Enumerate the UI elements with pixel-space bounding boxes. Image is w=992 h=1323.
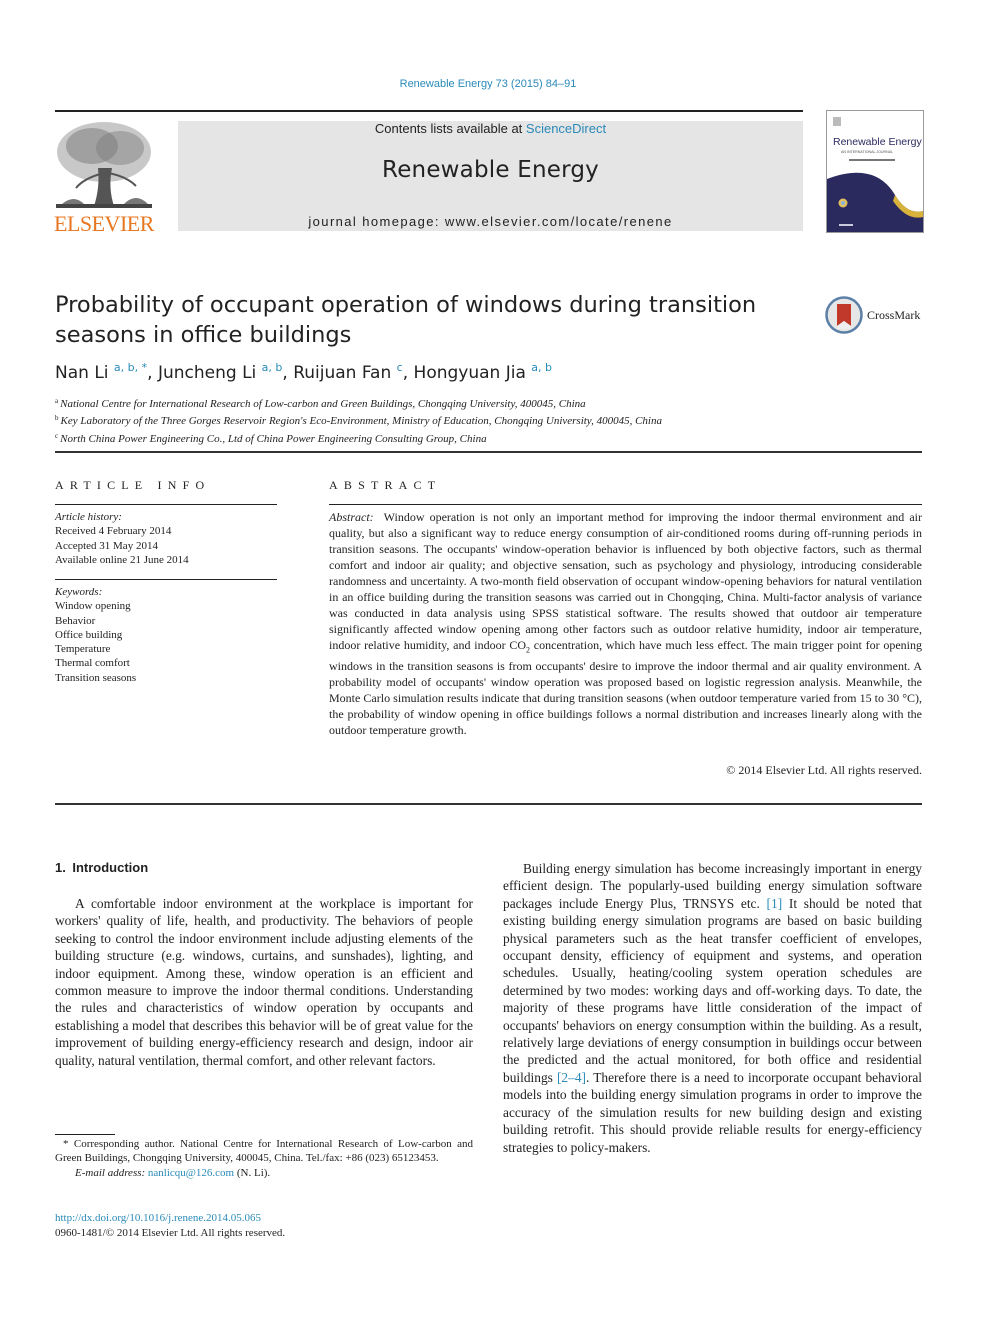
keyword-item: Transition seasons: [55, 671, 137, 684]
author-list: Nan Li a, b, *, Juncheng Li a, b, Ruijua…: [55, 361, 553, 383]
svg-text:Renewable Energy: Renewable Energy: [833, 136, 922, 148]
abstract-rule: [329, 504, 922, 505]
affiliation-key: a: [55, 397, 59, 405]
history-label: Article history:: [55, 511, 122, 523]
article-history: Article history: Received 4 February 201…: [55, 504, 277, 567]
email-line: E-mail address: nanlicqu@126.com (N. Li)…: [55, 1166, 473, 1180]
keywords: Keywords: Window opening Behavior Office…: [55, 579, 277, 685]
keywords-rule: [55, 579, 277, 580]
citation-link[interactable]: [1]: [767, 896, 783, 911]
journal-cover-thumbnail[interactable]: Renewable Energy AN INTERNATIONAL JOURNA…: [826, 110, 924, 233]
email-link[interactable]: nanlicqu@126.com: [148, 1167, 234, 1179]
journal-homepage-link[interactable]: journal homepage: www.elsevier.com/locat…: [178, 214, 803, 229]
author-affiliation-marker[interactable]: c: [397, 361, 403, 374]
affiliation-text: National Centre for International Resear…: [60, 398, 586, 410]
paragraph-text: It should be noted that existing buildin…: [503, 895, 922, 1085]
abstract-text-part2: concentration, which have much less effe…: [329, 638, 922, 738]
elsevier-logo[interactable]: ELSEVIER: [54, 118, 156, 236]
abstract-text-part1: Window operation is not only an importan…: [329, 510, 922, 652]
history-received: Received 4 February 2014: [55, 525, 172, 538]
affiliation-text: North China Power Engineering Co., Ltd o…: [60, 432, 487, 445]
introduction-right-column: Building energy simulation has become in…: [503, 860, 922, 1156]
introduction-left-column: A comfortable indoor environment at the …: [55, 895, 473, 1069]
corresponding-author-footnote: * Corresponding author. National Centre …: [55, 1137, 473, 1180]
crossmark-label: CrossMark: [867, 307, 921, 322]
email-suffix: (N. Li).: [234, 1166, 271, 1179]
contents-prefix: Contents lists available at: [374, 121, 526, 136]
abstract-heading: ABSTRACT: [329, 478, 442, 492]
affiliation-key: c: [55, 431, 59, 440]
svg-text:AN INTERNATIONAL JOURNAL: AN INTERNATIONAL JOURNAL: [841, 150, 893, 154]
author-name[interactable]: Nan Li: [55, 363, 109, 383]
author-name[interactable]: Juncheng Li: [158, 363, 256, 383]
sciencedirect-link[interactable]: ScienceDirect: [526, 121, 606, 136]
citation-link[interactable]: [2–4]: [557, 1070, 586, 1085]
elsevier-wordmark: ELSEVIER: [54, 211, 154, 236]
keywords-block: Keywords: Window opening Behavior Office…: [55, 585, 277, 685]
affiliation-item: a National Centre for International Resea…: [55, 394, 662, 411]
keyword-item: Window opening: [55, 600, 131, 613]
doi-link[interactable]: http://dx.doi.org/10.1016/j.renene.2014.…: [55, 1212, 261, 1224]
header-rule: [55, 110, 803, 112]
issn-line: 0960-1481/© 2014 Elsevier Ltd. All right…: [55, 1227, 286, 1239]
author-name[interactable]: Hongyuan Jia: [414, 363, 526, 383]
keyword-item: Thermal comfort: [55, 657, 130, 670]
author-affiliation-marker[interactable]: a, b, *: [114, 361, 147, 374]
introduction-paragraph: Building energy simulation has become in…: [503, 860, 922, 1156]
article-info-heading: ARTICLE INFO: [55, 478, 211, 492]
abstract-body: Abstract: Window operation is not only a…: [329, 509, 922, 738]
abstract-bottom-rule: [55, 803, 922, 805]
affiliation-key: b: [55, 414, 59, 423]
keyword-item: Office building: [55, 628, 123, 641]
footnote-rule: [55, 1134, 115, 1135]
doi-block: http://dx.doi.org/10.1016/j.renene.2014.…: [55, 1211, 285, 1241]
affiliation-item: b Key Laboratory of the Three Gorges Rese…: [55, 411, 662, 428]
history-online: Available online 21 June 2014: [55, 553, 189, 566]
email-label: E-mail address:: [75, 1166, 146, 1179]
abstract-copyright: © 2014 Elsevier Ltd. All rights reserved…: [726, 763, 922, 777]
affiliation-item: c North China Power Engineering Co., Ltd …: [55, 429, 662, 446]
keyword-item: Behavior: [55, 614, 96, 627]
author-affiliation-marker[interactable]: a, b: [262, 361, 283, 374]
journal-masthead: Contents lists available at ScienceDirec…: [178, 121, 803, 231]
contents-line: Contents lists available at ScienceDirec…: [178, 121, 803, 136]
abstract-label: Abstract:: [329, 510, 374, 524]
journal-title: Renewable Energy: [382, 157, 599, 183]
history-block: Article history: Received 4 February 201…: [55, 510, 277, 567]
affiliation-text: Key Laboratory of the Three Gorges Reser…: [60, 415, 662, 428]
history-accepted: Accepted 31 May 2014: [55, 539, 158, 552]
introduction-paragraph: A comfortable indoor environment at the …: [55, 896, 473, 1068]
crossmark-icon: [825, 296, 863, 334]
history-rule: [55, 504, 277, 505]
keywords-label: Keywords:: [55, 586, 103, 598]
elsevier-tree-icon: [54, 118, 154, 210]
introduction-heading: 1. Introduction: [55, 860, 149, 875]
keyword-item: Temperature: [55, 643, 111, 656]
affiliations-rule: [55, 451, 922, 453]
author-name[interactable]: Ruijuan Fan: [293, 363, 391, 383]
crossmark-button[interactable]: CrossMark: [825, 296, 920, 334]
corresponding-author-text: * Corresponding author. National Centre …: [55, 1138, 473, 1165]
journal-citation-link[interactable]: Renewable Energy 73 (2015) 84–91: [0, 78, 976, 90]
affiliations: a National Centre for International Resea…: [55, 394, 662, 446]
author-affiliation-marker[interactable]: a, b: [531, 361, 552, 374]
journal-cover-icon: Renewable Energy AN INTERNATIONAL JOURNA…: [827, 111, 923, 232]
article-title: Probability of occupant operation of win…: [55, 292, 757, 348]
